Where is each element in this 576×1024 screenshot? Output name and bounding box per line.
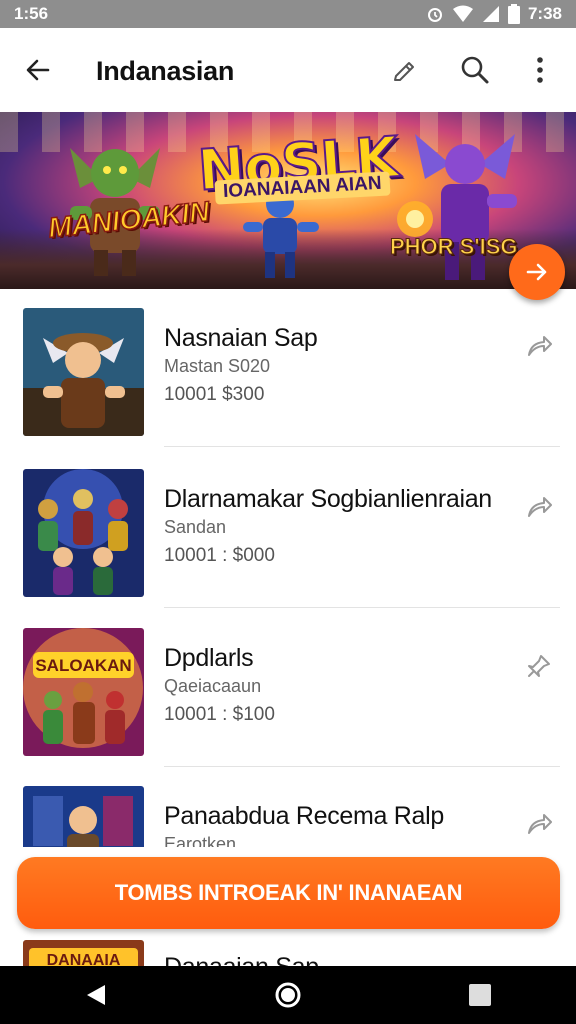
item-title: Nasnaian Sap — [164, 324, 318, 352]
share-button[interactable] — [524, 331, 554, 361]
share-button[interactable] — [524, 809, 554, 839]
item-thumbnail: DANAAIA — [23, 940, 144, 966]
item-title: Dlarnamakar Sogbianlienraian — [164, 485, 492, 513]
share-arrow-icon — [528, 336, 552, 356]
status-time-left: 1:56 — [14, 4, 49, 23]
divider — [164, 607, 560, 608]
list-item[interactable]: Dlarnamakar Sogbianlienraian Sandan 1000… — [0, 450, 576, 608]
share-arrow-icon — [528, 814, 552, 834]
item-title: Danaaian Sap — [164, 953, 319, 966]
list-item[interactable]: SALOAKAN Dpdlarls Qaeiacaaun 10001 : $10… — [0, 609, 576, 767]
divider — [164, 446, 560, 447]
edit-button[interactable] — [389, 54, 421, 86]
item-price: 10001 : $100 — [164, 704, 275, 725]
purple-warrior-illustration — [397, 134, 517, 280]
circle-home-icon — [275, 982, 301, 1008]
primary-cta-button[interactable]: TOMBS INTROEAK IN' INANAEAN — [17, 857, 560, 929]
share-button[interactable] — [524, 492, 554, 522]
status-bar: 1:56 7:38 — [0, 0, 576, 28]
item-subtitle: Qaeiacaaun — [164, 676, 262, 696]
page-title: Indanasian — [96, 56, 235, 86]
item-title: Dpdlarls — [164, 644, 254, 672]
list-item[interactable]: Panaabdua Recema Ralp Earotken — [0, 767, 576, 847]
list-item[interactable]: Nasnaian Sap Mastan S020 10001 $300 — [0, 289, 576, 447]
triangle-back-icon — [87, 985, 105, 1005]
item-thumbnail: SALOAKAN — [23, 628, 144, 756]
list-item[interactable]: DANAAIA Danaaian Sap — [0, 927, 576, 966]
nav-recents-button[interactable] — [456, 971, 504, 1019]
share-arrow-icon — [528, 497, 552, 517]
thumbnail-title-text: DANAAIA — [47, 952, 121, 966]
alarm-icon — [427, 8, 442, 22]
banner-right-title: PHOR S'ISG — [389, 234, 518, 260]
item-price: 10001 $300 — [164, 384, 265, 405]
wifi-icon — [452, 5, 473, 22]
item-thumbnail — [23, 786, 144, 847]
back-button[interactable] — [22, 54, 54, 86]
item-subtitle: Sandan — [164, 517, 227, 537]
item-subtitle: Earotken — [164, 834, 237, 847]
item-thumbnail — [23, 469, 144, 597]
item-title: Panaabdua Recema Ralp — [164, 802, 445, 830]
item-subtitle: Mastan S020 — [164, 356, 271, 376]
thumbnail-title-text: SALOAKAN — [35, 656, 131, 675]
status-time-right: 7:38 — [527, 4, 562, 23]
arrow-left-icon — [26, 59, 50, 81]
promo-banner[interactable]: NoSLK IOANAIAAN AIAN MANIOAKIN PHOR S'IS… — [0, 112, 576, 289]
search-button[interactable] — [459, 54, 491, 86]
battery-icon — [507, 4, 520, 24]
pin-icon — [528, 655, 550, 677]
nav-home-button[interactable] — [264, 971, 312, 1019]
share-button[interactable] — [524, 651, 554, 681]
item-price: 10001 : $000 — [164, 545, 275, 566]
signal-icon — [482, 6, 499, 22]
search-icon — [461, 56, 489, 84]
square-recents-icon — [469, 984, 491, 1006]
item-thumbnail — [23, 308, 144, 436]
app-bar: Indanasian — [0, 28, 576, 112]
arrow-right-icon — [526, 263, 547, 281]
more-vert-icon — [537, 57, 543, 83]
more-options-button[interactable] — [524, 54, 556, 86]
nav-back-button[interactable] — [72, 971, 120, 1019]
system-nav-bar — [0, 966, 576, 1024]
status-icons: 7:38 — [426, 4, 562, 24]
pencil-icon — [394, 62, 414, 81]
